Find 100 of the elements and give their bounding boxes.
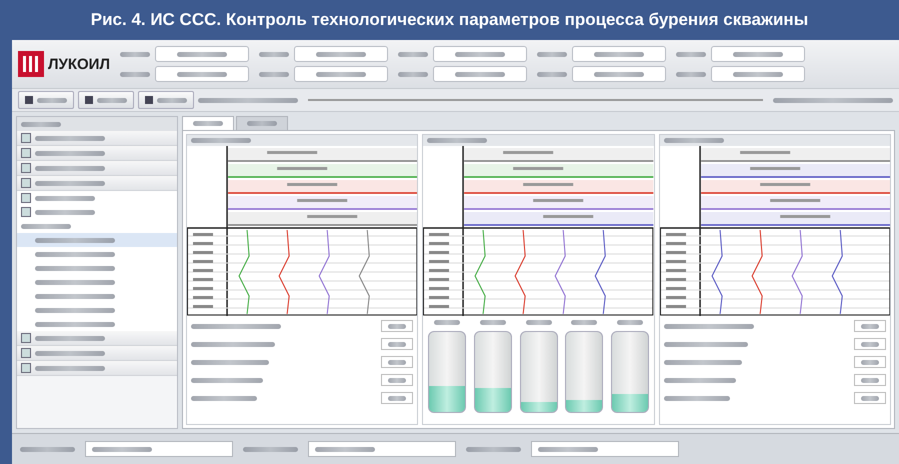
blurred-text-drawing: [35, 366, 105, 370]
blurred-text-drawing: [664, 396, 730, 400]
tab[interactable]: [182, 116, 234, 130]
blurred-text-drawing: [120, 72, 150, 76]
toolbar-button[interactable]: [78, 91, 134, 109]
blurred-text-drawing: [388, 342, 406, 346]
blurred-text-drawing: [243, 446, 298, 452]
blurred-text-drawing: [35, 136, 105, 140]
blurred-text-drawing: [388, 360, 406, 364]
blurred-text-drawing: [177, 52, 227, 56]
square-icon: [21, 148, 31, 158]
square-icon: [145, 96, 153, 104]
blurred-text-drawing: [455, 72, 505, 76]
blurred-text-drawing: [388, 324, 406, 328]
sidebar-section[interactable]: [17, 131, 177, 146]
logo-icon: [18, 51, 44, 77]
figure-caption: Рис. 4. ИС ССС. Контроль технологических параметров процесса бурения скважины: [90, 9, 810, 31]
blurred-text-drawing: [860, 342, 879, 346]
blurred-text-drawing: [398, 52, 428, 56]
sidebar-section[interactable]: [17, 146, 177, 161]
blurred-text-drawing: [37, 98, 67, 102]
blurred-text-drawing: [157, 98, 187, 102]
blurred-text-drawing: [676, 52, 706, 56]
blurred-text-drawing: [594, 52, 644, 56]
square-icon: [21, 178, 31, 188]
input-field[interactable]: [572, 66, 666, 82]
blurred-text-drawing: [97, 98, 127, 102]
sidebar-group[interactable]: [17, 219, 177, 233]
blurred-text-drawing: [21, 122, 61, 126]
blurred-text-drawing: [537, 52, 567, 56]
input-field[interactable]: [294, 46, 388, 62]
blurred-text-drawing: [860, 360, 879, 364]
blurred-text-drawing: [21, 224, 71, 228]
sidebar-section[interactable]: [17, 331, 177, 346]
blurred-text-drawing: [315, 446, 375, 452]
blurred-text-drawing: [466, 446, 521, 452]
blurred-text-drawing: [35, 350, 105, 356]
blurred-text-drawing: [191, 378, 263, 382]
square-icon: [21, 363, 31, 373]
blurred-text-drawing: [398, 72, 428, 76]
blurred-text-drawing: [427, 138, 488, 143]
blurred-text-drawing: [35, 166, 105, 170]
input-field[interactable]: [308, 441, 456, 457]
sidebar-section[interactable]: [17, 361, 177, 376]
square-icon: [21, 348, 31, 358]
blurred-text-drawing: [538, 446, 598, 452]
blurred-text-drawing: [664, 138, 724, 143]
brand-name: ЛУКОИЛ: [48, 56, 110, 72]
blurred-text-drawing: [259, 52, 289, 56]
blurred-text-drawing: [480, 320, 506, 325]
blurred-text-drawing: [35, 180, 105, 186]
square-icon: [21, 333, 31, 343]
blurred-text-drawing: [616, 320, 643, 325]
blurred-text-drawing: [35, 150, 105, 156]
blurred-text-drawing: [860, 324, 879, 328]
blurred-text-drawing: [191, 138, 251, 143]
list-row[interactable]: [17, 247, 177, 261]
input-field[interactable]: [572, 46, 666, 62]
blurred-text-drawing: [35, 210, 95, 214]
blurred-text-drawing: [20, 446, 75, 452]
blurred-text-drawing: [92, 446, 152, 452]
input-field[interactable]: [433, 66, 527, 82]
blurred-text-drawing: [120, 52, 150, 56]
square-icon: [21, 133, 31, 143]
sidebar-section[interactable]: [17, 161, 177, 176]
blurred-text-drawing: [35, 336, 105, 340]
input-field[interactable]: [711, 66, 805, 82]
blurred-text-drawing: [259, 72, 289, 76]
input-field[interactable]: [155, 46, 249, 62]
blurred-text-drawing: [860, 396, 879, 400]
blurred-text-drawing: [177, 72, 227, 76]
list-row[interactable]: [17, 233, 177, 247]
input-field[interactable]: [155, 66, 249, 82]
tab[interactable]: [236, 116, 288, 130]
toolbar-button[interactable]: [18, 91, 74, 109]
blurred-text-drawing: [594, 72, 644, 76]
sidebar-item[interactable]: [17, 191, 177, 205]
toolbar-button[interactable]: [138, 91, 194, 109]
blurred-text-drawing: [316, 72, 366, 76]
sidebar-section[interactable]: [17, 346, 177, 361]
blurred-text-drawing: [526, 320, 552, 325]
square-icon: [25, 96, 33, 104]
blurred-text-drawing: [434, 320, 460, 325]
square-icon: [21, 163, 31, 173]
blurred-text-drawing: [676, 72, 706, 76]
input-field[interactable]: [531, 441, 679, 457]
input-field[interactable]: [711, 46, 805, 62]
blurred-text-drawing: [35, 196, 95, 200]
blurred-text-drawing: [191, 396, 257, 400]
blurred-text-drawing: [455, 52, 505, 56]
blurred-text-drawing: [316, 52, 366, 56]
square-icon: [85, 96, 93, 104]
input-field[interactable]: [433, 46, 527, 62]
blurred-text-drawing: [733, 52, 783, 56]
list-row[interactable]: [17, 317, 177, 331]
sidebar-section[interactable]: [17, 176, 177, 191]
input-field[interactable]: [294, 66, 388, 82]
input-field[interactable]: [85, 441, 233, 457]
blurred-text-drawing: [193, 121, 223, 126]
blurred-text-drawing: [388, 378, 406, 382]
